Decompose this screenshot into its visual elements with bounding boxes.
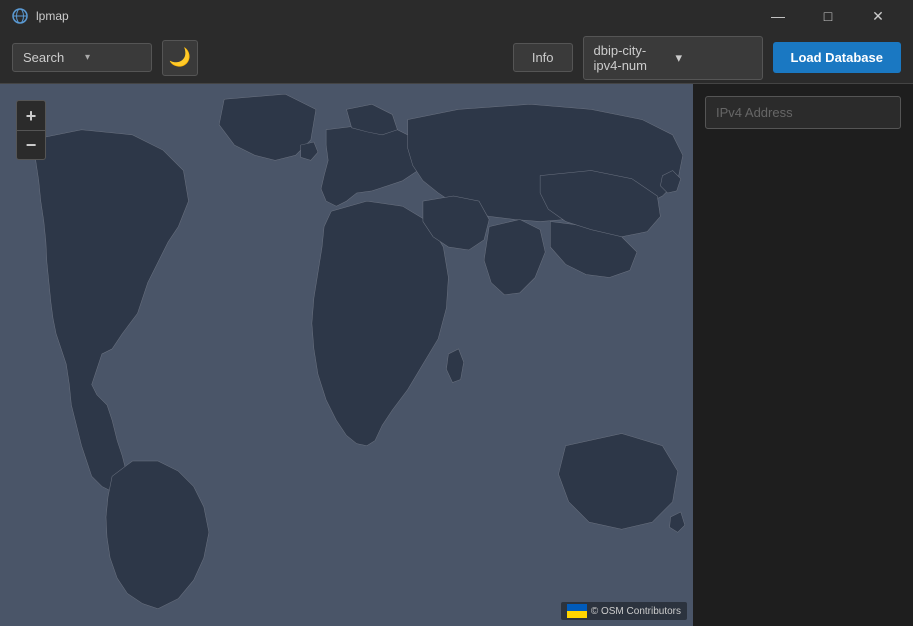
search-dropdown[interactable]: Search ▾ — [12, 43, 152, 72]
map-area[interactable]: + − © OSM Contributors — [0, 84, 693, 626]
ukraine-flag-icon — [567, 604, 587, 618]
ipv4-address-input[interactable] — [705, 96, 901, 129]
search-label: Search — [23, 50, 79, 65]
zoom-in-button[interactable]: + — [16, 100, 46, 130]
app-icon — [12, 8, 28, 24]
db-selected-label: dbip-city-ipv4-num — [594, 43, 670, 73]
window-controls: — □ ✕ — [755, 0, 901, 32]
title-text: lpmap — [36, 9, 69, 23]
minimize-button[interactable]: — — [755, 0, 801, 32]
night-mode-button[interactable]: 🌙 — [162, 40, 198, 76]
title-left: lpmap — [12, 8, 69, 24]
osm-text: © OSM Contributors — [591, 606, 681, 617]
world-map — [0, 84, 693, 626]
main-area: + − © OSM Contributors — [0, 84, 913, 626]
zoom-out-button[interactable]: − — [16, 130, 46, 160]
osm-attribution: © OSM Contributors — [561, 602, 687, 620]
moon-icon: 🌙 — [169, 47, 191, 68]
chevron-down-icon: ▾ — [676, 50, 752, 66]
info-button[interactable]: Info — [513, 43, 573, 72]
title-bar: lpmap — □ ✕ — [0, 0, 913, 32]
load-database-button[interactable]: Load Database — [773, 42, 901, 73]
chevron-down-icon: ▾ — [85, 52, 141, 63]
zoom-controls: + − — [16, 100, 46, 160]
right-panel — [693, 84, 913, 626]
toolbar: Search ▾ 🌙 Info dbip-city-ipv4-num ▾ Loa… — [0, 32, 913, 84]
database-dropdown[interactable]: dbip-city-ipv4-num ▾ — [583, 36, 763, 80]
maximize-button[interactable]: □ — [805, 0, 851, 32]
close-button[interactable]: ✕ — [855, 0, 901, 32]
